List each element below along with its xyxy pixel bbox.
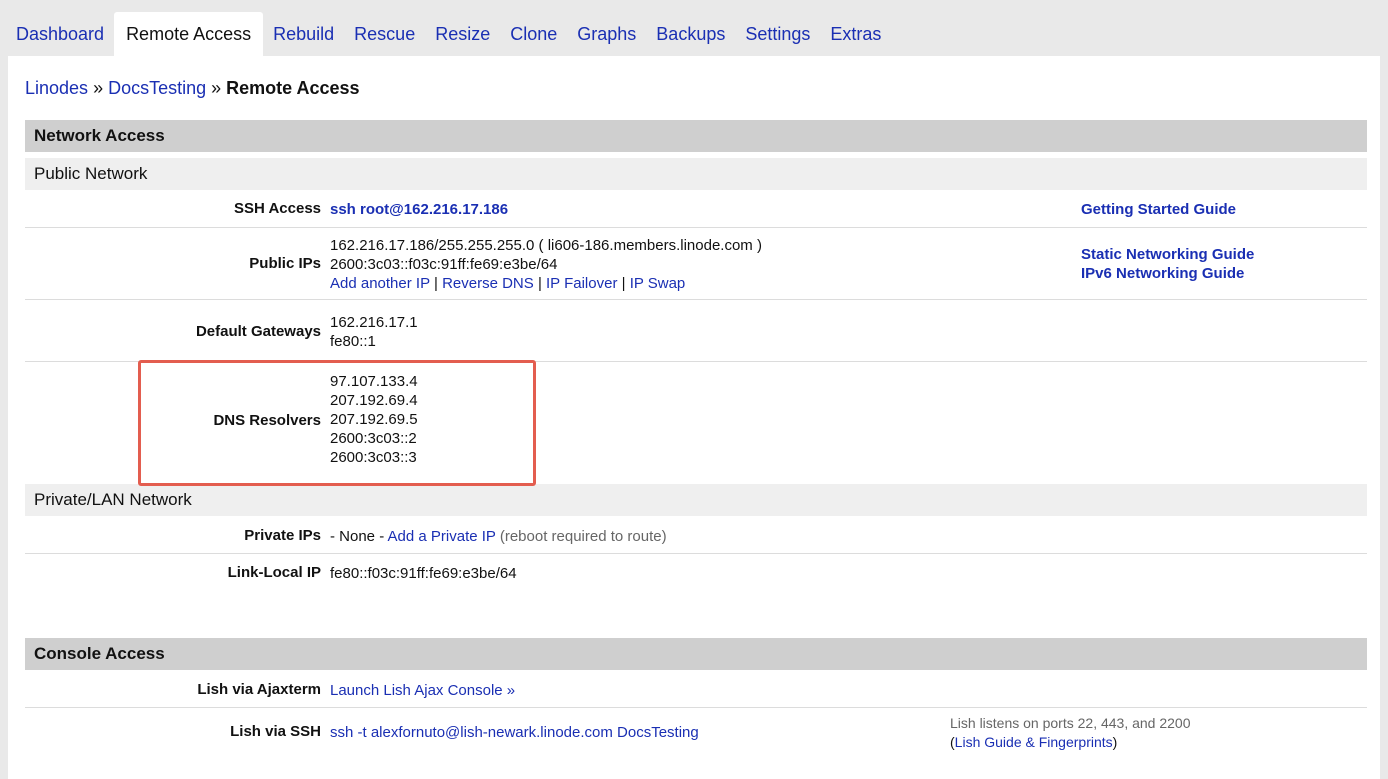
tab-graphs[interactable]: Graphs <box>567 12 646 56</box>
lish-guide-link[interactable]: Lish Guide & Fingerprints <box>955 734 1113 750</box>
breadcrumb: Linodes » DocsTesting » Remote Access <box>25 78 360 99</box>
tab-resize[interactable]: Resize <box>425 12 500 56</box>
public-ips-row: Public IPs 162.216.17.186/255.255.255.0 … <box>25 228 1367 300</box>
public-ipv6-value: 2600:3c03::f03c:91ff:fe69:e3be/64 <box>330 256 558 273</box>
ipv6-networking-guide-link[interactable]: IPv6 Networking Guide <box>1081 265 1244 282</box>
lish-ssh-command-link[interactable]: ssh -t alexfornuto@lish-newark.linode.co… <box>330 723 699 742</box>
tab-rescue[interactable]: Rescue <box>344 12 425 56</box>
lish-ports-note: Lish listens on ports 22, 443, and 2200 <box>950 715 1191 731</box>
tab-dashboard[interactable]: Dashboard <box>6 12 114 56</box>
reverse-dns-link[interactable]: Reverse DNS <box>442 275 534 292</box>
dns-resolvers-highlight-box <box>138 360 536 486</box>
tab-settings[interactable]: Settings <box>735 12 820 56</box>
page-title: Remote Access <box>226 78 360 98</box>
network-access-header: Network Access <box>25 120 1367 152</box>
private-network-header: Private/LAN Network <box>25 484 1367 516</box>
ip-failover-link[interactable]: IP Failover <box>546 275 617 292</box>
add-another-ip-link[interactable]: Add another IP <box>330 275 430 292</box>
getting-started-guide-link[interactable]: Getting Started Guide <box>1081 201 1236 218</box>
guide-paren-close: ) <box>1112 734 1118 750</box>
tab-clone[interactable]: Clone <box>500 12 567 56</box>
breadcrumb-node-link[interactable]: DocsTesting <box>108 78 206 98</box>
private-ips-none: - None - <box>330 528 385 545</box>
network-access-title: Network Access <box>34 126 165 145</box>
public-ips-label: Public IPs <box>249 255 321 272</box>
action-separator: | <box>433 275 443 292</box>
link-local-row: Link-Local IP fe80::f03c:91ff:fe69:e3be/… <box>25 554 1367 594</box>
default-gateways-row: Default Gateways 162.216.17.1 fe80::1 <box>25 300 1367 362</box>
private-network-title: Private/LAN Network <box>34 490 192 509</box>
public-network-header: Public Network <box>25 158 1367 190</box>
default-gateways-label: Default Gateways <box>195 323 321 340</box>
ssh-access-label: SSH Access <box>234 200 321 217</box>
private-ip-note: (reboot required to route) <box>499 528 667 545</box>
lish-ajaxterm-row: Lish via Ajaxterm Launch Lish Ajax Conso… <box>25 670 1367 708</box>
console-access-title: Console Access <box>34 644 165 663</box>
tab-bar: Dashboard Remote Access Rebuild Rescue R… <box>6 12 891 56</box>
link-local-label: Link-Local IP <box>227 564 321 581</box>
launch-lish-console-link[interactable]: Launch Lish Ajax Console » <box>330 681 515 700</box>
private-ips-row: Private IPs - None - Add a Private IP (r… <box>25 516 1367 554</box>
add-private-ip-link[interactable]: Add a Private IP <box>388 528 500 545</box>
lish-ssh-row: Lish via SSH ssh -t alexfornuto@lish-new… <box>25 708 1367 758</box>
private-ips-label: Private IPs <box>244 527 321 544</box>
content-panel: Linodes » DocsTesting » Remote Access Ne… <box>8 56 1380 779</box>
public-network-title: Public Network <box>34 164 148 183</box>
public-ip-actions: Add another IP | Reverse DNS | IP Failov… <box>330 274 762 293</box>
static-networking-guide-link[interactable]: Static Networking Guide <box>1081 246 1254 263</box>
ip-swap-link[interactable]: IP Swap <box>630 275 686 292</box>
ssh-access-row: SSH Access ssh root@162.216.17.186 Getti… <box>25 190 1367 228</box>
tab-backups[interactable]: Backups <box>646 12 735 56</box>
action-separator: | <box>621 275 630 292</box>
tab-extras[interactable]: Extras <box>820 12 891 56</box>
console-access-header: Console Access <box>25 638 1367 670</box>
lish-ssh-label: Lish via SSH <box>230 723 321 740</box>
link-local-value: fe80::f03c:91ff:fe69:e3be/64 <box>330 565 517 582</box>
ssh-access-link[interactable]: ssh root@162.216.17.186 <box>330 200 508 219</box>
action-separator: | <box>537 275 547 292</box>
lish-ajaxterm-label: Lish via Ajaxterm <box>197 681 321 698</box>
gateway-value: fe80::1 <box>330 333 376 350</box>
breadcrumb-linodes-link[interactable]: Linodes <box>25 78 88 98</box>
breadcrumb-separator: » <box>93 78 109 98</box>
breadcrumb-separator: » <box>211 78 227 98</box>
tab-rebuild[interactable]: Rebuild <box>263 12 344 56</box>
gateway-value: 162.216.17.1 <box>330 314 418 331</box>
tab-remote-access[interactable]: Remote Access <box>114 12 264 56</box>
public-ipv4-value: 162.216.17.186/255.255.255.0 ( li606-186… <box>330 237 762 254</box>
